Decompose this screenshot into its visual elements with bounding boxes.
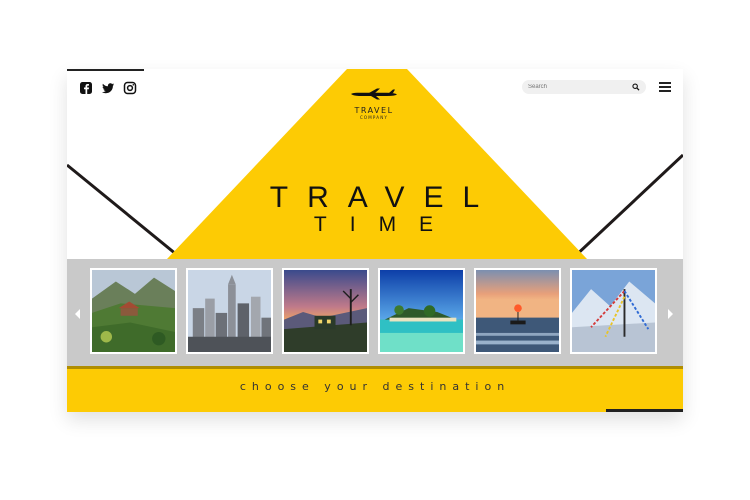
instagram-icon[interactable] (123, 81, 137, 95)
bottom-accent-bar (606, 409, 683, 412)
brand-title: TRAVEL (354, 106, 394, 115)
destination-city-skyline[interactable] (186, 268, 273, 354)
chevron-left-icon[interactable] (75, 309, 80, 319)
band-shadow (67, 366, 683, 369)
brand-subtitle: COMPANY (359, 115, 389, 120)
top-accent-bar (67, 69, 144, 71)
destination-tropical-island[interactable] (378, 268, 465, 354)
destination-band: choose your destination (67, 366, 683, 412)
menu-line (659, 82, 671, 84)
search-icon[interactable] (632, 83, 640, 91)
destination-hill-temple[interactable] (282, 268, 369, 354)
destination-mountain-village[interactable] (90, 268, 177, 354)
facebook-icon[interactable] (79, 81, 93, 95)
brand-logo[interactable]: TRAVEL COMPANY (327, 87, 421, 120)
social-links (79, 81, 137, 95)
search-input[interactable] (522, 84, 633, 90)
hamburger-menu-icon[interactable] (659, 82, 671, 92)
menu-line (659, 86, 671, 88)
hero-subtitle: TIME (313, 213, 457, 236)
hero-title: TRAVEL (269, 181, 499, 214)
chevron-right-icon[interactable] (668, 309, 673, 319)
menu-line (659, 90, 671, 92)
airplane-icon (351, 88, 397, 100)
tagline: choose your destination (239, 380, 511, 393)
travel-banner: TRAVEL COMPANY TRAVEL TIME (67, 69, 683, 412)
search-bar[interactable] (522, 80, 646, 94)
destination-snowy-mountain[interactable] (570, 268, 657, 354)
twitter-icon[interactable] (101, 81, 115, 95)
destination-sunset-boat[interactable] (474, 268, 561, 354)
destination-carousel (67, 259, 683, 366)
